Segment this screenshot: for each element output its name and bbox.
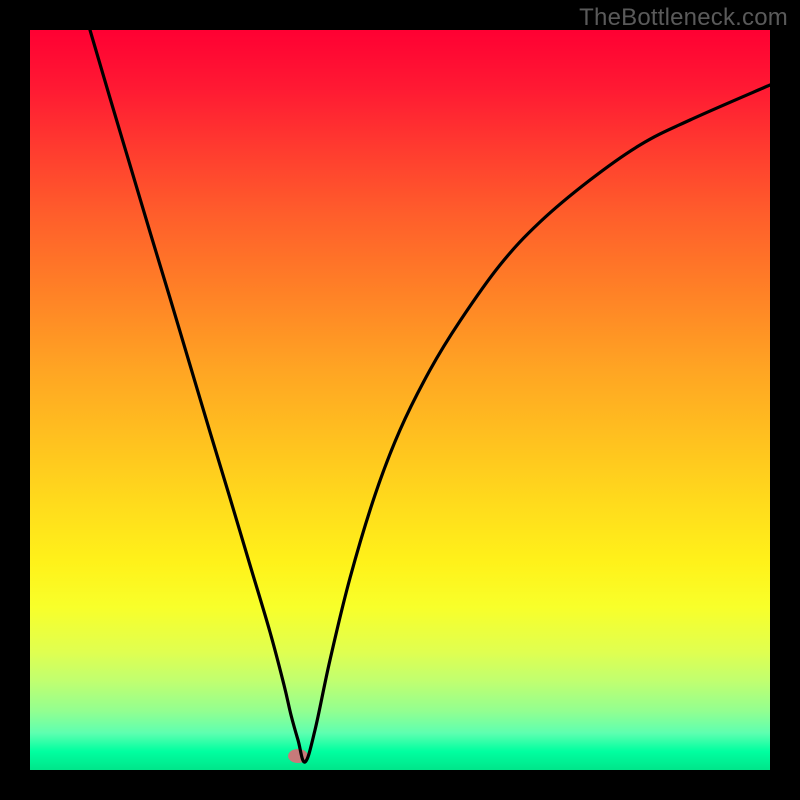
watermark-text: TheBottleneck.com: [579, 4, 788, 32]
bottleneck-curve: [30, 30, 770, 770]
bottleneck-curve-path: [90, 30, 770, 762]
plot-area: [30, 30, 770, 770]
chart-frame: TheBottleneck.com: [0, 0, 800, 800]
